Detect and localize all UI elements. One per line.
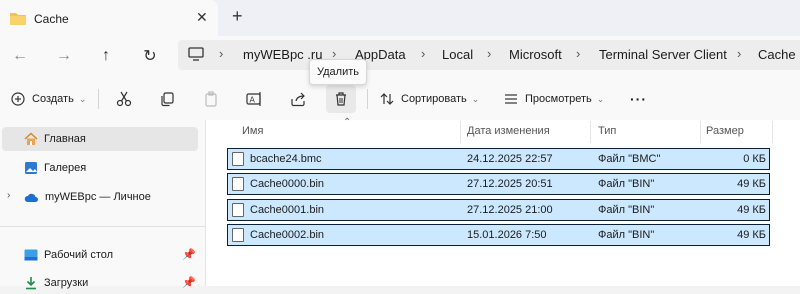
chevron-right-icon: › bbox=[219, 46, 224, 61]
column-divider[interactable] bbox=[700, 121, 701, 143]
column-divider[interactable] bbox=[590, 121, 591, 143]
chevron-right-icon: › bbox=[737, 46, 742, 61]
sort-label: Сортировать bbox=[401, 93, 467, 105]
view-button[interactable]: Просмотреть ⌄ bbox=[501, 86, 604, 112]
home-icon bbox=[24, 132, 38, 145]
rename-icon: A bbox=[242, 86, 268, 112]
file-name: Cache0002.bin bbox=[250, 229, 325, 241]
paste-icon bbox=[198, 86, 224, 112]
sidebar-item-gallery[interactable]: Галерея bbox=[24, 157, 86, 179]
sidebar-item-onedrive[interactable]: myWEBpc — Личное bbox=[24, 186, 151, 208]
file-date: 27.12.2025 21:00 bbox=[467, 204, 553, 216]
file-name: Cache0001.bin bbox=[250, 204, 325, 216]
new-tab-button[interactable]: + bbox=[232, 6, 243, 27]
sidebar-item-desktop[interactable]: Рабочий стол bbox=[24, 244, 113, 266]
file-type: Файл "BIN" bbox=[598, 178, 655, 190]
file-icon bbox=[232, 152, 244, 166]
divider bbox=[0, 226, 205, 227]
sidebar-item-downloads[interactable]: Загрузки bbox=[24, 272, 88, 294]
column-header-size[interactable]: Размер bbox=[706, 125, 744, 137]
copy-icon bbox=[154, 86, 180, 112]
file-date: 15.01.2026 7:50 bbox=[467, 229, 547, 241]
chevron-right-icon: › bbox=[576, 46, 581, 61]
file-type: Файл "BMC" bbox=[598, 153, 661, 165]
divider bbox=[98, 89, 99, 109]
computer-icon bbox=[188, 47, 204, 61]
tab-title: Cache bbox=[34, 12, 69, 26]
chevron-down-icon: ⌄ bbox=[596, 93, 605, 104]
gallery-icon bbox=[25, 162, 37, 174]
chevron-right-icon: › bbox=[421, 46, 426, 61]
column-header-name[interactable]: Имя bbox=[242, 125, 263, 137]
back-arrow-icon[interactable]: ← bbox=[8, 45, 32, 67]
file-date: 24.12.2025 22:57 bbox=[467, 153, 553, 165]
file-type: Файл "BIN" bbox=[598, 229, 655, 241]
column-header-date[interactable]: Дата изменения bbox=[467, 125, 550, 137]
paste-button[interactable] bbox=[198, 86, 224, 112]
share-icon bbox=[285, 86, 311, 112]
rename-button[interactable]: A bbox=[242, 86, 268, 112]
share-button[interactable] bbox=[285, 86, 311, 112]
file-type: Файл "BIN" bbox=[598, 204, 655, 216]
file-icon bbox=[232, 177, 244, 191]
trash-icon bbox=[328, 86, 354, 112]
more-options-button[interactable]: ··· bbox=[630, 86, 647, 112]
chevron-down-icon: ⌄ bbox=[471, 93, 480, 104]
file-icon bbox=[232, 228, 244, 242]
sidebar-item-label: Рабочий стол bbox=[44, 249, 114, 261]
file-size: 49 КБ bbox=[737, 178, 766, 190]
sidebar-item-label: Галерея bbox=[44, 162, 87, 174]
tab-cache[interactable] bbox=[0, 0, 218, 36]
copy-button[interactable] bbox=[154, 86, 180, 112]
view-list-icon bbox=[501, 86, 521, 112]
cloud-icon bbox=[24, 193, 38, 202]
breadcrumb-cache[interactable]: Cache bbox=[758, 47, 796, 62]
file-size: 49 КБ bbox=[737, 229, 766, 241]
sort-icon bbox=[377, 86, 397, 112]
delete-button-icon-wrap[interactable] bbox=[328, 86, 354, 112]
file-size: 0 КБ bbox=[743, 153, 766, 165]
sort-button[interactable]: Сортировать ⌄ bbox=[377, 86, 479, 112]
breadcrumb-microsoft[interactable]: Microsoft bbox=[509, 47, 562, 62]
sidebar-item-label: Главная bbox=[44, 133, 86, 145]
delete-tooltip: Удалить bbox=[309, 59, 367, 85]
sidebar-item-label: Загрузки bbox=[44, 277, 89, 289]
close-tab-button[interactable]: ✕ bbox=[196, 9, 208, 26]
file-size: 49 КБ bbox=[737, 204, 766, 216]
create-button[interactable]: Создать ⌄ bbox=[8, 86, 86, 112]
column-divider[interactable] bbox=[772, 121, 773, 143]
cut-button[interactable] bbox=[111, 86, 137, 112]
sort-ascending-icon: ⌃ bbox=[343, 117, 352, 128]
chevron-down-icon: ⌄ bbox=[78, 93, 87, 104]
refresh-icon[interactable]: ↻ bbox=[138, 45, 162, 67]
up-arrow-icon[interactable]: ↑ bbox=[94, 45, 118, 67]
chevron-right-icon: › bbox=[487, 46, 492, 61]
file-icon bbox=[232, 203, 244, 217]
file-name: Cache0000.bin bbox=[250, 178, 325, 190]
svg-text:A: A bbox=[250, 96, 256, 105]
pin-icon[interactable]: 📌 bbox=[182, 248, 196, 261]
divider bbox=[367, 89, 368, 109]
create-label: Создать bbox=[32, 93, 74, 105]
scissors-icon bbox=[111, 86, 137, 112]
chevron-right-icon[interactable]: › bbox=[7, 190, 10, 201]
downloads-icon bbox=[26, 277, 36, 290]
breadcrumb-local[interactable]: Local bbox=[442, 47, 473, 62]
breadcrumb-terminal-server-client[interactable]: Terminal Server Client bbox=[599, 47, 727, 62]
forward-arrow-icon[interactable]: → bbox=[52, 45, 76, 67]
column-divider[interactable] bbox=[460, 121, 461, 143]
view-label: Просмотреть bbox=[525, 93, 592, 105]
file-date: 27.12.2025 20:51 bbox=[467, 178, 553, 190]
desktop-icon bbox=[24, 249, 38, 261]
sidebar-item-home[interactable]: Главная bbox=[24, 128, 86, 150]
column-header-type[interactable]: Тип bbox=[598, 125, 616, 137]
folder-icon bbox=[10, 13, 26, 25]
pin-icon[interactable]: 📌 bbox=[182, 276, 196, 289]
sidebar-item-label: myWEBpc — Личное bbox=[45, 191, 151, 203]
plus-circle-icon bbox=[8, 86, 28, 112]
file-name: bcache24.bmc bbox=[250, 153, 322, 165]
